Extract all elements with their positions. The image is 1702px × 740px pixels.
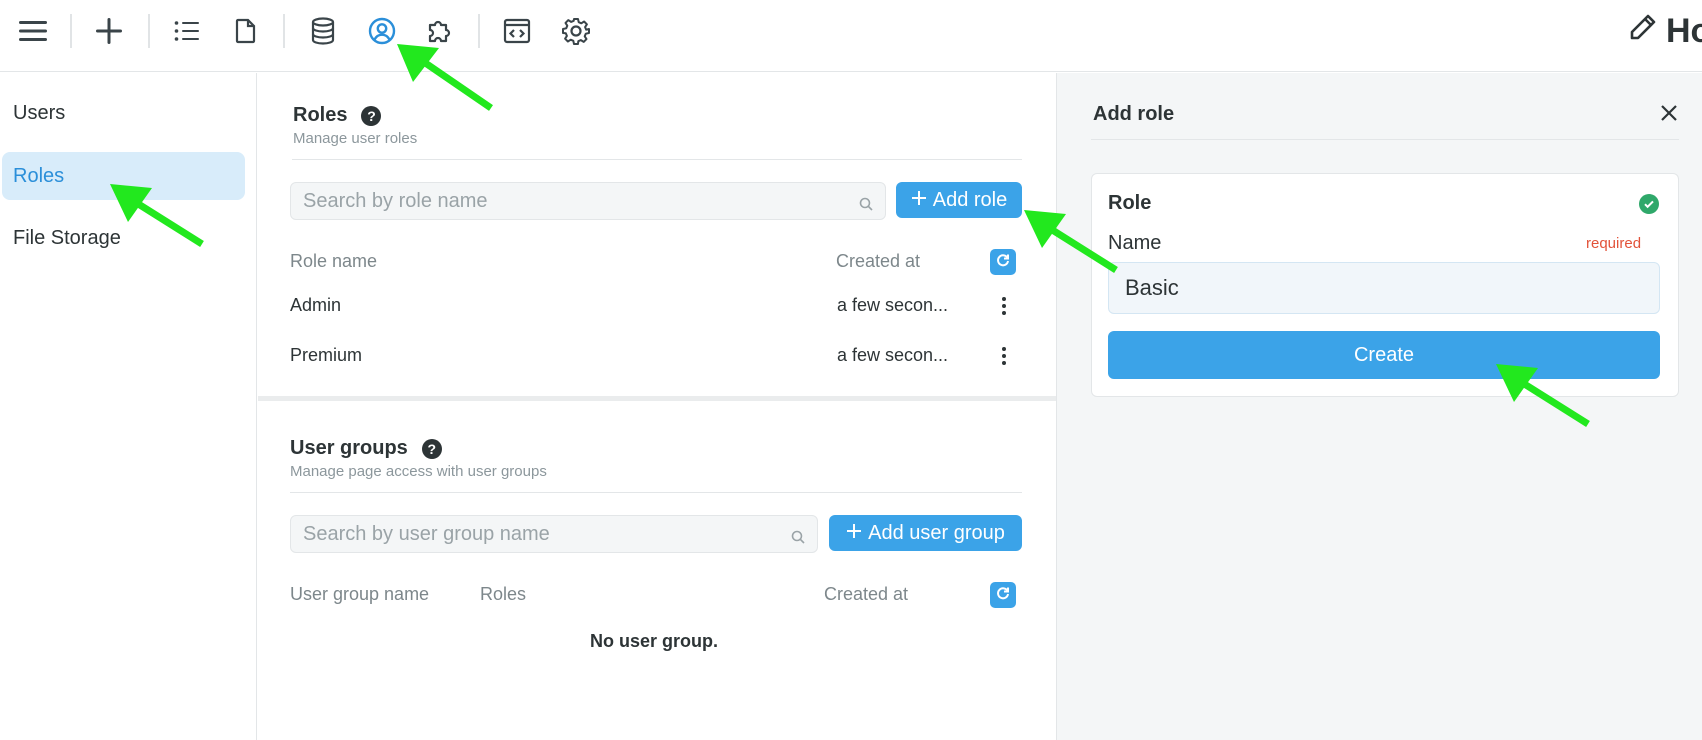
toolbar-separator: [283, 14, 285, 48]
user-circle-icon[interactable]: [365, 14, 399, 48]
refresh-user-groups-button[interactable]: [990, 582, 1016, 608]
check-circle-icon: [1639, 194, 1659, 214]
role-created-cell: a few secon...: [837, 345, 949, 365]
section-divider: [258, 396, 1056, 401]
divider: [1091, 139, 1679, 140]
top-toolbar: Ho: [0, 0, 1702, 72]
create-button[interactable]: Create: [1108, 331, 1660, 379]
divider: [290, 492, 1022, 493]
file-icon[interactable]: [229, 14, 263, 48]
sidebar-item-label: File Storage: [13, 226, 121, 249]
plus-icon: [846, 522, 862, 545]
search-icon: [791, 527, 805, 550]
role-search-input[interactable]: [290, 182, 886, 220]
column-header-role-name[interactable]: Role name: [290, 251, 377, 272]
toolbar-separator: [148, 14, 150, 48]
list-icon[interactable]: [170, 14, 204, 48]
toolbar-separator: [478, 14, 480, 48]
main-content: Roles ? Manage user roles Add role Role …: [258, 73, 1056, 740]
pencil-icon[interactable]: [1628, 12, 1658, 51]
refresh-icon: [995, 252, 1011, 273]
role-name-field[interactable]: [1108, 262, 1660, 314]
sidebar-item-roles[interactable]: Roles: [2, 152, 245, 200]
puzzle-icon[interactable]: [423, 14, 457, 48]
add-role-label: Add role: [932, 188, 1008, 211]
role-name-input[interactable]: [1125, 275, 1659, 301]
role-search-field[interactable]: [303, 189, 885, 213]
gear-icon[interactable]: [559, 14, 593, 48]
roles-title-text: Roles: [293, 104, 348, 126]
role-name-cell: Admin: [290, 295, 342, 315]
add-role-button[interactable]: Add role: [896, 182, 1022, 218]
add-role-panel: Add role Role Name required Create: [1056, 73, 1702, 740]
user-group-search-input[interactable]: [290, 515, 818, 553]
sidebar-item-label: Roles: [13, 164, 65, 187]
column-header-roles[interactable]: Roles: [480, 584, 526, 605]
role-actions-menu-button[interactable]: [994, 344, 1014, 368]
column-header-created-at[interactable]: Created at: [836, 251, 920, 272]
sidebar-item-label: Users: [13, 101, 66, 124]
panel-title: Add role: [1093, 103, 1175, 125]
add-user-group-label: Add user group: [868, 521, 1005, 544]
role-name-cell: Premium: [290, 345, 363, 365]
code-window-icon[interactable]: [500, 14, 534, 48]
add-user-group-button[interactable]: Add user group: [829, 515, 1022, 551]
user-groups-title-text: User groups: [290, 437, 408, 459]
search-icon: [859, 194, 873, 217]
empty-state-text: No user group.: [590, 631, 719, 651]
required-badge: required: [1586, 235, 1642, 252]
roles-section-title: Roles ?: [293, 104, 382, 127]
page-title[interactable]: Ho: [1628, 12, 1702, 51]
help-icon[interactable]: ?: [421, 438, 442, 459]
divider: [292, 159, 1022, 160]
sidebar-item-users[interactable]: Users: [2, 89, 245, 137]
plus-icon[interactable]: [92, 14, 126, 48]
menu-icon[interactable]: [16, 14, 50, 48]
user-groups-subtitle: Manage page access with user groups: [290, 463, 547, 480]
role-created-cell: a few secon...: [837, 295, 949, 315]
toolbar-separator: [70, 14, 72, 48]
plus-icon: [911, 189, 927, 212]
column-header-user-group-name[interactable]: User group name: [290, 584, 429, 605]
help-icon[interactable]: ?: [361, 105, 382, 126]
card-title: Role: [1108, 192, 1152, 214]
refresh-roles-button[interactable]: [990, 249, 1016, 275]
page-title-text: Ho: [1666, 12, 1702, 50]
role-actions-menu-button[interactable]: [994, 294, 1014, 318]
sidebar: Users Roles File Storage: [0, 73, 257, 740]
role-form-card: Role Name required Create: [1091, 173, 1679, 397]
roles-subtitle: Manage user roles: [293, 130, 418, 147]
user-group-search-field[interactable]: [303, 522, 817, 546]
close-icon[interactable]: [1657, 101, 1681, 125]
name-field-label: Name: [1108, 232, 1162, 254]
sidebar-item-file-storage[interactable]: File Storage: [2, 214, 245, 262]
refresh-icon: [995, 585, 1011, 606]
column-header-created-at[interactable]: Created at: [824, 584, 908, 605]
database-icon[interactable]: [306, 14, 340, 48]
user-groups-section-title: User groups ?: [290, 437, 442, 460]
